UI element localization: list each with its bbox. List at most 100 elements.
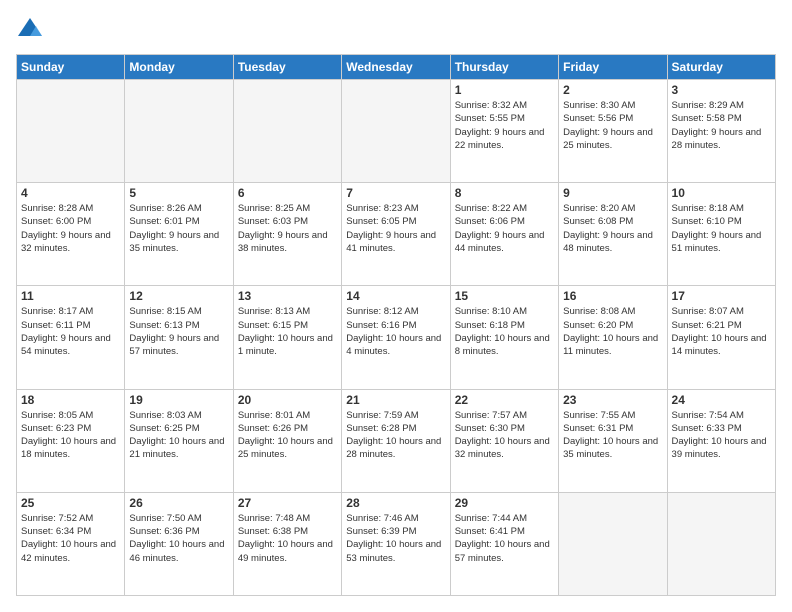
header-cell-wednesday: Wednesday	[342, 55, 450, 80]
day-info: Sunrise: 7:59 AM Sunset: 6:28 PM Dayligh…	[346, 409, 445, 462]
day-info: Sunrise: 8:20 AM Sunset: 6:08 PM Dayligh…	[563, 202, 662, 255]
day-cell: 16 Sunrise: 8:08 AM Sunset: 6:20 PM Dayli…	[559, 286, 667, 389]
day-info: Sunrise: 8:26 AM Sunset: 6:01 PM Dayligh…	[129, 202, 228, 255]
header-cell-sunday: Sunday	[17, 55, 125, 80]
header-cell-thursday: Thursday	[450, 55, 558, 80]
day-cell	[125, 80, 233, 183]
day-info: Sunrise: 8:08 AM Sunset: 6:20 PM Dayligh…	[563, 305, 662, 358]
header-cell-saturday: Saturday	[667, 55, 775, 80]
day-info: Sunrise: 8:13 AM Sunset: 6:15 PM Dayligh…	[238, 305, 337, 358]
day-number: 16	[563, 289, 662, 303]
day-cell: 24 Sunrise: 7:54 AM Sunset: 6:33 PM Dayli…	[667, 389, 775, 492]
day-number: 15	[455, 289, 554, 303]
day-number: 23	[563, 393, 662, 407]
day-cell: 21 Sunrise: 7:59 AM Sunset: 6:28 PM Dayli…	[342, 389, 450, 492]
day-number: 21	[346, 393, 445, 407]
day-info: Sunrise: 7:54 AM Sunset: 6:33 PM Dayligh…	[672, 409, 771, 462]
day-number: 12	[129, 289, 228, 303]
day-cell: 5 Sunrise: 8:26 AM Sunset: 6:01 PM Daylig…	[125, 183, 233, 286]
day-info: Sunrise: 8:23 AM Sunset: 6:05 PM Dayligh…	[346, 202, 445, 255]
day-cell	[17, 80, 125, 183]
day-number: 24	[672, 393, 771, 407]
day-number: 26	[129, 496, 228, 510]
day-cell: 27Sunrise: 7:48 AM Sunset: 6:38 PM Dayli…	[233, 492, 341, 595]
day-number: 14	[346, 289, 445, 303]
day-cell: 14 Sunrise: 8:12 AM Sunset: 6:16 PM Dayli…	[342, 286, 450, 389]
day-cell: 4 Sunrise: 8:28 AM Sunset: 6:00 PM Daylig…	[17, 183, 125, 286]
day-number: 4	[21, 186, 120, 200]
header-cell-monday: Monday	[125, 55, 233, 80]
day-number: 1	[455, 83, 554, 97]
day-cell: 20Sunrise: 8:01 AM Sunset: 6:26 PM Dayli…	[233, 389, 341, 492]
day-cell: 1 Sunrise: 8:32 AM Sunset: 5:55 PM Daylig…	[450, 80, 558, 183]
logo	[16, 16, 48, 44]
day-number: 5	[129, 186, 228, 200]
day-info: Sunrise: 7:46 AM Sunset: 6:39 PM Dayligh…	[346, 512, 445, 565]
logo-icon	[16, 16, 44, 44]
day-cell: 23 Sunrise: 7:55 AM Sunset: 6:31 PM Dayli…	[559, 389, 667, 492]
day-cell: 3 Sunrise: 8:29 AM Sunset: 5:58 PM Daylig…	[667, 80, 775, 183]
week-row-1: 4 Sunrise: 8:28 AM Sunset: 6:00 PM Daylig…	[17, 183, 776, 286]
day-cell: 18 Sunrise: 8:05 AM Sunset: 6:23 PM Dayli…	[17, 389, 125, 492]
day-info: Sunrise: 8:07 AM Sunset: 6:21 PM Dayligh…	[672, 305, 771, 358]
week-row-0: 1 Sunrise: 8:32 AM Sunset: 5:55 PM Daylig…	[17, 80, 776, 183]
day-cell: 13Sunrise: 8:13 AM Sunset: 6:15 PM Dayli…	[233, 286, 341, 389]
day-info: Sunrise: 8:32 AM Sunset: 5:55 PM Dayligh…	[455, 99, 554, 152]
day-number: 29	[455, 496, 554, 510]
day-cell: 9 Sunrise: 8:20 AM Sunset: 6:08 PM Daylig…	[559, 183, 667, 286]
day-cell	[559, 492, 667, 595]
day-number: 3	[672, 83, 771, 97]
day-number: 7	[346, 186, 445, 200]
page: SundayMondayTuesdayWednesdayThursdayFrid…	[0, 0, 792, 612]
day-cell: 25 Sunrise: 7:52 AM Sunset: 6:34 PM Dayli…	[17, 492, 125, 595]
day-number: 10	[672, 186, 771, 200]
day-cell	[667, 492, 775, 595]
day-cell: 6Sunrise: 8:25 AM Sunset: 6:03 PM Daylig…	[233, 183, 341, 286]
day-cell: 26 Sunrise: 7:50 AM Sunset: 6:36 PM Dayli…	[125, 492, 233, 595]
header-cell-tuesday: Tuesday	[233, 55, 341, 80]
day-cell: 22 Sunrise: 7:57 AM Sunset: 6:30 PM Dayli…	[450, 389, 558, 492]
day-number: 18	[21, 393, 120, 407]
day-info: Sunrise: 8:29 AM Sunset: 5:58 PM Dayligh…	[672, 99, 771, 152]
day-cell: 29 Sunrise: 7:44 AM Sunset: 6:41 PM Dayli…	[450, 492, 558, 595]
day-info: Sunrise: 8:10 AM Sunset: 6:18 PM Dayligh…	[455, 305, 554, 358]
day-info: Sunrise: 7:50 AM Sunset: 6:36 PM Dayligh…	[129, 512, 228, 565]
week-row-4: 25 Sunrise: 7:52 AM Sunset: 6:34 PM Dayli…	[17, 492, 776, 595]
day-number: 20	[238, 393, 337, 407]
day-info: Sunrise: 8:30 AM Sunset: 5:56 PM Dayligh…	[563, 99, 662, 152]
day-info: Sunrise: 7:57 AM Sunset: 6:30 PM Dayligh…	[455, 409, 554, 462]
day-info: Sunrise: 8:03 AM Sunset: 6:25 PM Dayligh…	[129, 409, 228, 462]
day-info: Sunrise: 7:44 AM Sunset: 6:41 PM Dayligh…	[455, 512, 554, 565]
day-number: 25	[21, 496, 120, 510]
day-cell	[342, 80, 450, 183]
day-info: Sunrise: 8:15 AM Sunset: 6:13 PM Dayligh…	[129, 305, 228, 358]
calendar-table: SundayMondayTuesdayWednesdayThursdayFrid…	[16, 54, 776, 596]
day-number: 8	[455, 186, 554, 200]
day-cell: 19 Sunrise: 8:03 AM Sunset: 6:25 PM Dayli…	[125, 389, 233, 492]
day-info: Sunrise: 8:12 AM Sunset: 6:16 PM Dayligh…	[346, 305, 445, 358]
week-row-3: 18 Sunrise: 8:05 AM Sunset: 6:23 PM Dayli…	[17, 389, 776, 492]
day-cell: 12 Sunrise: 8:15 AM Sunset: 6:13 PM Dayli…	[125, 286, 233, 389]
day-cell: 15 Sunrise: 8:10 AM Sunset: 6:18 PM Dayli…	[450, 286, 558, 389]
header-row: SundayMondayTuesdayWednesdayThursdayFrid…	[17, 55, 776, 80]
day-info: Sunrise: 8:28 AM Sunset: 6:00 PM Dayligh…	[21, 202, 120, 255]
week-row-2: 11Sunrise: 8:17 AM Sunset: 6:11 PM Dayli…	[17, 286, 776, 389]
day-info: Sunrise: 8:05 AM Sunset: 6:23 PM Dayligh…	[21, 409, 120, 462]
day-cell: 2 Sunrise: 8:30 AM Sunset: 5:56 PM Daylig…	[559, 80, 667, 183]
day-cell	[233, 80, 341, 183]
day-number: 17	[672, 289, 771, 303]
day-number: 11	[21, 289, 120, 303]
day-info: Sunrise: 7:48 AM Sunset: 6:38 PM Dayligh…	[238, 512, 337, 565]
day-number: 2	[563, 83, 662, 97]
day-info: Sunrise: 8:18 AM Sunset: 6:10 PM Dayligh…	[672, 202, 771, 255]
day-number: 9	[563, 186, 662, 200]
day-cell: 8 Sunrise: 8:22 AM Sunset: 6:06 PM Daylig…	[450, 183, 558, 286]
day-number: 22	[455, 393, 554, 407]
day-info: Sunrise: 8:22 AM Sunset: 6:06 PM Dayligh…	[455, 202, 554, 255]
day-cell: 28Sunrise: 7:46 AM Sunset: 6:39 PM Dayli…	[342, 492, 450, 595]
day-info: Sunrise: 7:55 AM Sunset: 6:31 PM Dayligh…	[563, 409, 662, 462]
day-cell: 11Sunrise: 8:17 AM Sunset: 6:11 PM Dayli…	[17, 286, 125, 389]
day-cell: 7 Sunrise: 8:23 AM Sunset: 6:05 PM Daylig…	[342, 183, 450, 286]
day-info: Sunrise: 7:52 AM Sunset: 6:34 PM Dayligh…	[21, 512, 120, 565]
day-number: 19	[129, 393, 228, 407]
